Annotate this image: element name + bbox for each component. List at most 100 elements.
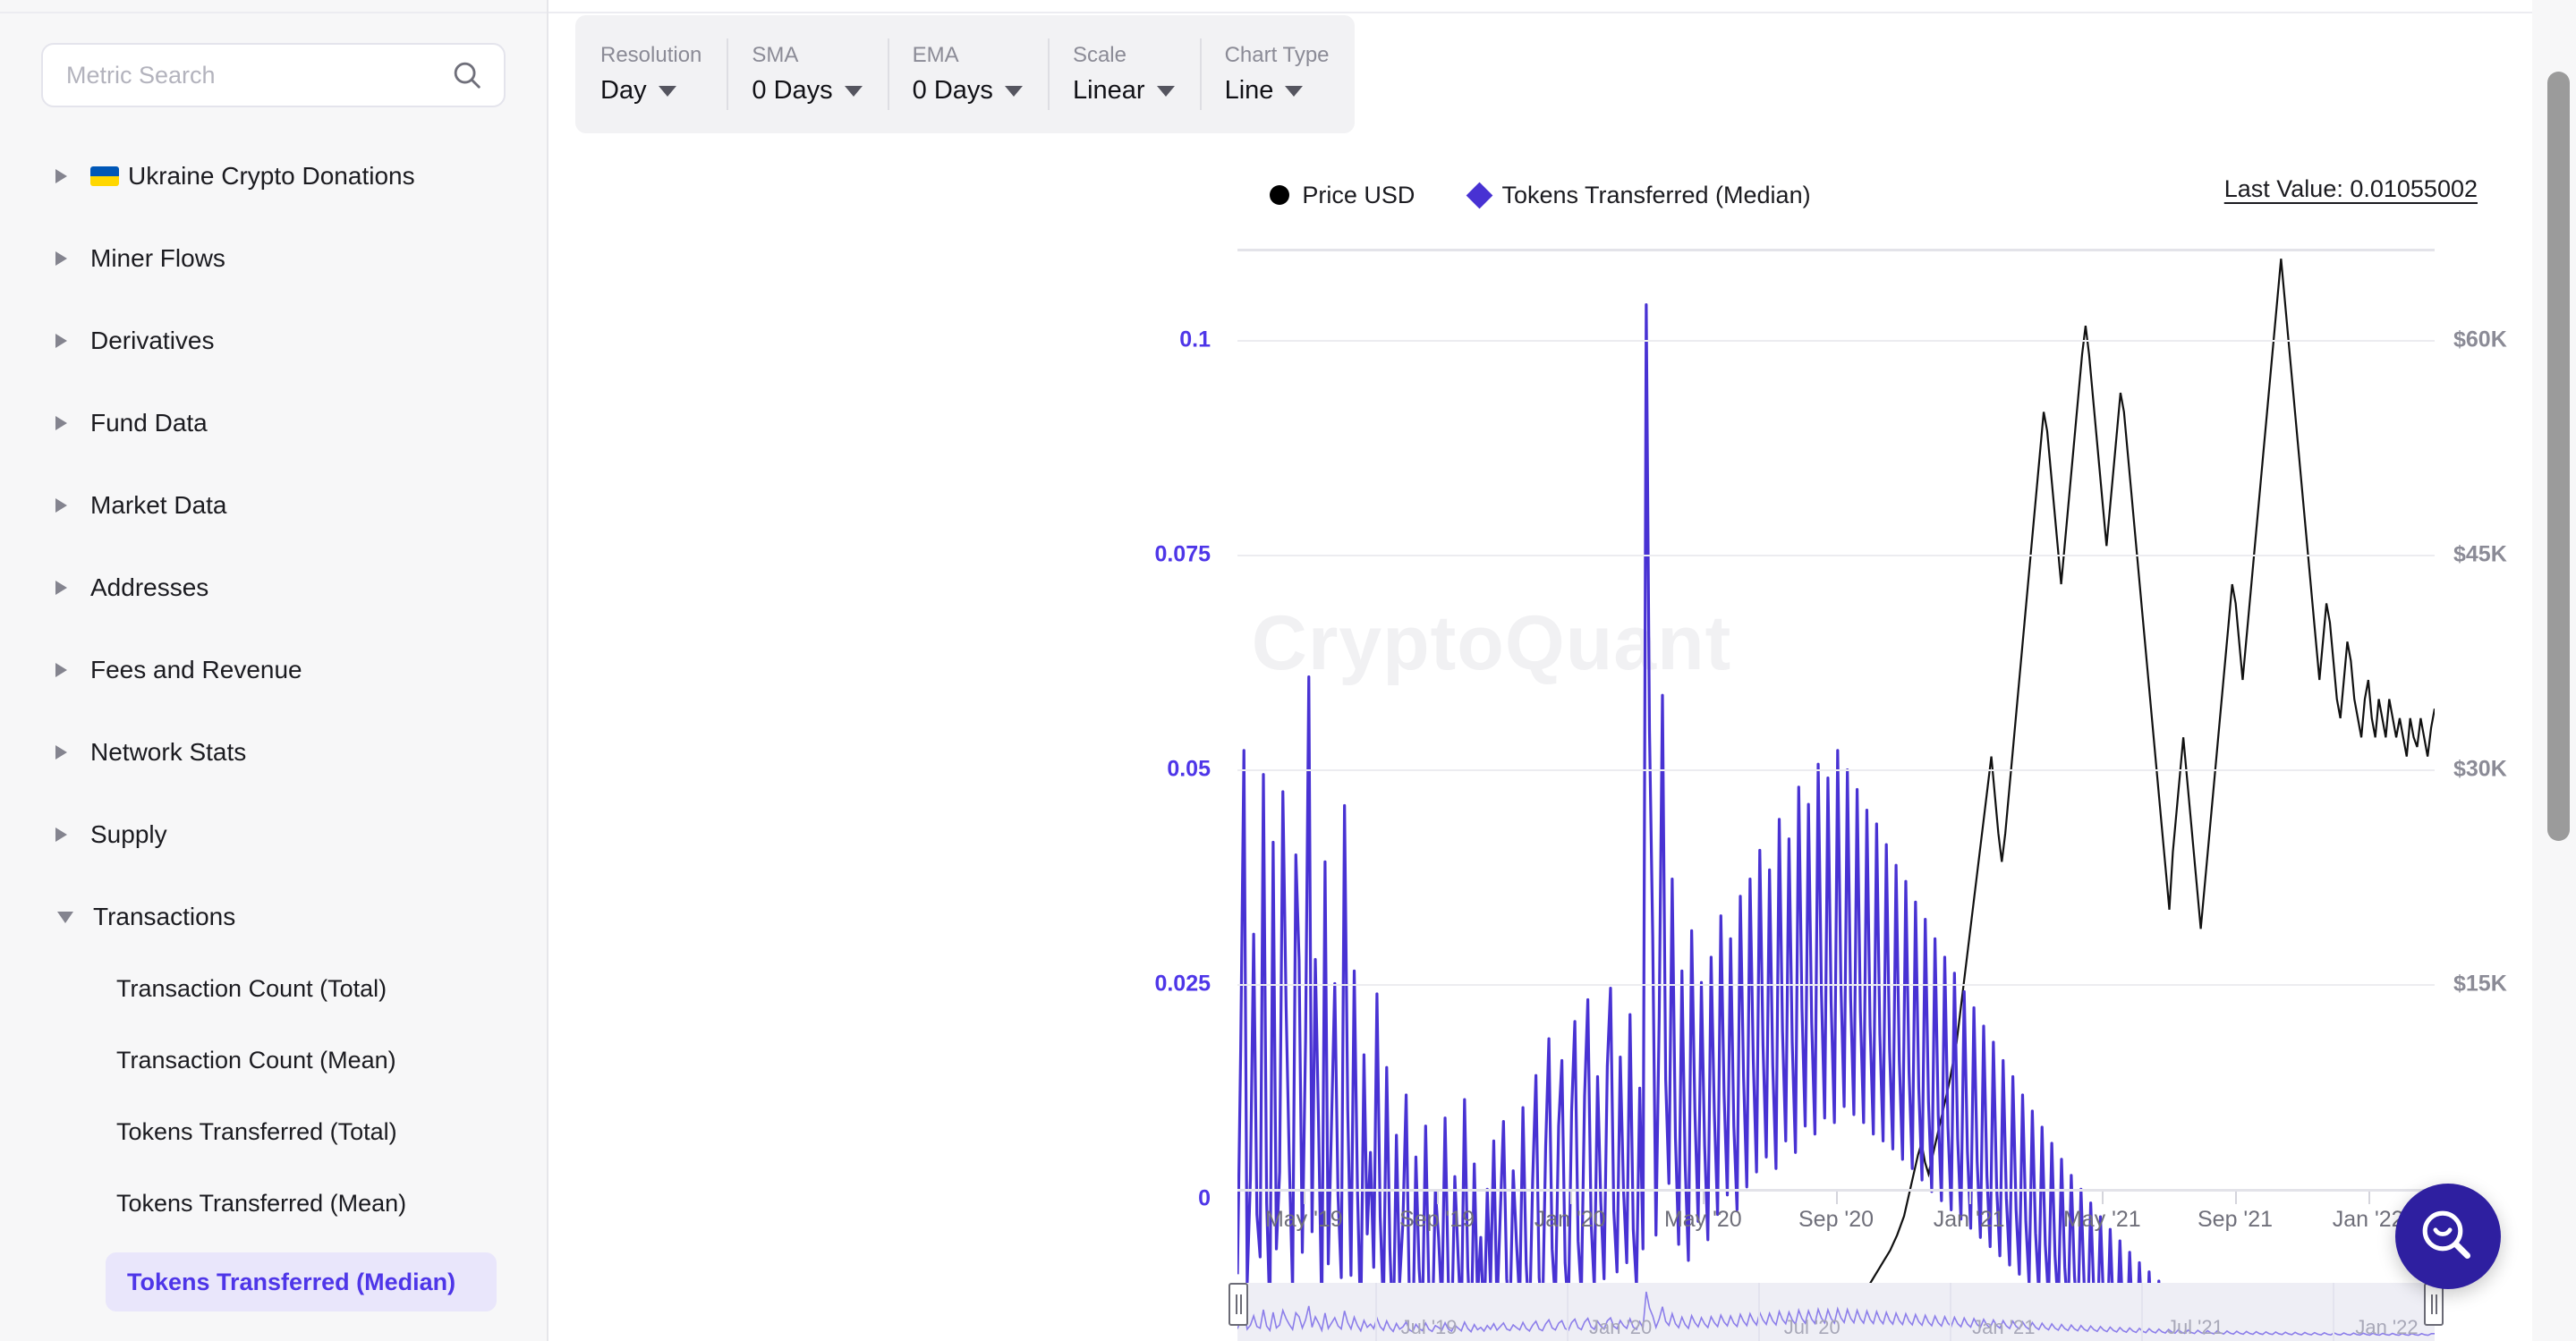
x-axis-tick-label: Sep '19 [1399,1207,1475,1232]
x-axis-tick-label: Sep '20 [1798,1207,1875,1232]
toolbar-control-value-row[interactable]: 0 Days [752,76,863,106]
x-axis-tick [1836,1192,1838,1204]
sidebar-group-transactions[interactable]: Transactions [0,895,547,939]
sidebar-group-miner-flows[interactable]: Miner Flows [0,236,547,281]
toolbar-control-chart-type[interactable]: Chart Type Line [1199,15,1355,133]
sidebar-group-network-stats[interactable]: Network Stats [0,730,547,775]
sidebar-group-label: Market Data [90,491,227,519]
chevron-right-icon[interactable] [55,251,67,266]
sidebar-group-derivatives[interactable]: Derivatives [0,318,547,363]
navigator-handle-right[interactable] [2424,1283,2444,1326]
x-axis-tick [1703,1192,1705,1204]
navigator-separator [2141,1283,2144,1341]
chevron-right-icon[interactable] [55,581,67,595]
legend-label-tokens-transferred-median: Tokens Transferred (Median) [1501,181,1811,208]
page-scrollbar-thumb[interactable] [2547,72,2570,841]
navigator-tick-label: Jan '20 [1589,1316,1653,1338]
chevron-down-icon[interactable] [57,911,73,923]
x-axis-tick [1304,1192,1306,1204]
chevron-down-icon[interactable] [1156,85,1175,97]
legend-item-tokens-transferred-median[interactable]: Tokens Transferred (Median) [1467,181,1811,209]
legend-item-price-usd[interactable]: Price USD [1270,182,1415,209]
sidebar-group-label: Addresses [90,573,209,601]
navigator-tick-label: Jan '22 [2355,1316,2419,1338]
x-axis-tick [2102,1192,2104,1204]
y-axis-left-tick-label: 0.025 [1154,971,1211,997]
toolbar-control-value-row[interactable]: Linear [1073,76,1175,106]
toolbar-control-sma[interactable]: SMA 0 Days [727,15,887,133]
range-navigator[interactable]: Jul '19 Jan '20 Jul '20 Jan '21 Jul '21 Jan '… [1237,1283,2435,1341]
chevron-right-icon[interactable] [55,416,67,430]
chevron-right-icon[interactable] [55,663,67,677]
sidebar-group-ukraine-crypto-donations[interactable]: Ukraine Crypto Donations [0,154,547,199]
sidebar-item-label: Transaction Count (Total) [116,974,387,1002]
toolbar-control-value: Day [600,76,647,105]
toolbar-control-label: Scale [1072,43,1126,67]
toolbar-control-scale[interactable]: Scale Linear [1047,15,1200,133]
search-input[interactable] [66,61,450,89]
toolbar-divider [548,0,2532,13]
y-axis-right-tick-label: $45K [2453,541,2507,567]
metric-search-box[interactable] [41,43,506,107]
toolbar-control-value: 0 Days [752,76,833,105]
y-axis-right-tick-label: $60K [2453,327,2507,352]
chevron-down-icon[interactable] [844,85,863,97]
toolbar-control-label: SMA [752,43,799,67]
x-axis-tick-label: May '21 [2062,1207,2141,1232]
search-icon[interactable] [450,58,484,92]
x-axis-tick-label: May '20 [1663,1207,1742,1232]
metric-sidebar: Ukraine Crypto Donations Miner Flows Deriv… [0,0,548,1341]
navigator-tick-label: Jul '21 [2166,1316,2223,1338]
sidebar-item-tokens-transferred-mean[interactable]: Tokens Transferred (Mean) [0,1181,547,1226]
sidebar-group-supply[interactable]: Supply [0,812,547,857]
diamond-marker-icon [1467,182,1493,208]
chevron-right-icon[interactable] [55,745,67,760]
y-gridline [1237,555,2435,557]
navigator-tick-label: Jul '20 [1783,1316,1841,1338]
legend-label-price-usd: Price USD [1302,181,1416,208]
sidebar-item-tokens-transferred-total[interactable]: Tokens Transferred (Total) [0,1109,547,1154]
toolbar-control-value-row[interactable]: Day [600,76,701,106]
sidebar-group-label: Fund Data [90,409,208,437]
chevron-right-icon[interactable] [55,498,67,513]
sidebar-group-market-data[interactable]: Market Data [0,483,547,528]
chevron-down-icon[interactable] [658,85,676,97]
chevron-down-icon[interactable] [1004,85,1023,97]
sidebar-group-label: Miner Flows [90,244,225,272]
sidebar-item-label: Transaction Count (Mean) [116,1046,396,1074]
toolbar-control-ema[interactable]: EMA 0 Days [887,15,1048,133]
page-scrollbar-track[interactable] [2532,0,2576,1341]
chevron-right-icon[interactable] [55,169,67,183]
sidebar-item-transaction-count-mean[interactable]: Transaction Count (Mean) [0,1038,547,1082]
x-axis-tick-label: Jan '22 [2332,1207,2404,1232]
last-value-label[interactable]: Last Value: 0.01055002 [2224,175,2478,203]
help-search-fab-button[interactable] [2395,1184,2501,1289]
magnifier-smile-icon [2422,1210,2471,1260]
toolbar-control-value-row[interactable]: 0 Days [913,76,1023,106]
navigator-handle-left[interactable] [1228,1283,1248,1326]
toolbar-control-label: Resolution [600,43,702,67]
sidebar-group-fees-and-revenue[interactable]: Fees and Revenue [0,648,547,692]
chevron-right-icon[interactable] [55,334,67,348]
x-axis-tick [2235,1192,2237,1204]
toolbar-control-resolution[interactable]: Resolution Day [575,15,727,133]
chevron-down-icon[interactable] [1285,85,1304,97]
ukraine-flag-icon [90,166,119,186]
sidebar-item-tokens-transferred-median[interactable]: Tokens Transferred (Median) [106,1252,497,1311]
sidebar-group-addresses[interactable]: Addresses [0,565,547,610]
sidebar-item-label: Tokens Transferred (Mean) [116,1189,407,1217]
sidebar-item-transaction-count-total[interactable]: Transaction Count (Total) [0,966,547,1011]
chart-toolbar: Resolution Day SMA 0 Days EMA 0 Days Scale Line… [575,15,1355,133]
sidebar-group-label: Network Stats [90,738,247,766]
chevron-right-icon[interactable] [55,828,67,842]
toolbar-control-value-row[interactable]: Line [1225,76,1330,106]
navigator-separator [1758,1283,1761,1341]
sidebar-group-fund-data[interactable]: Fund Data [0,401,547,446]
toolbar-control-value: 0 Days [912,76,993,105]
